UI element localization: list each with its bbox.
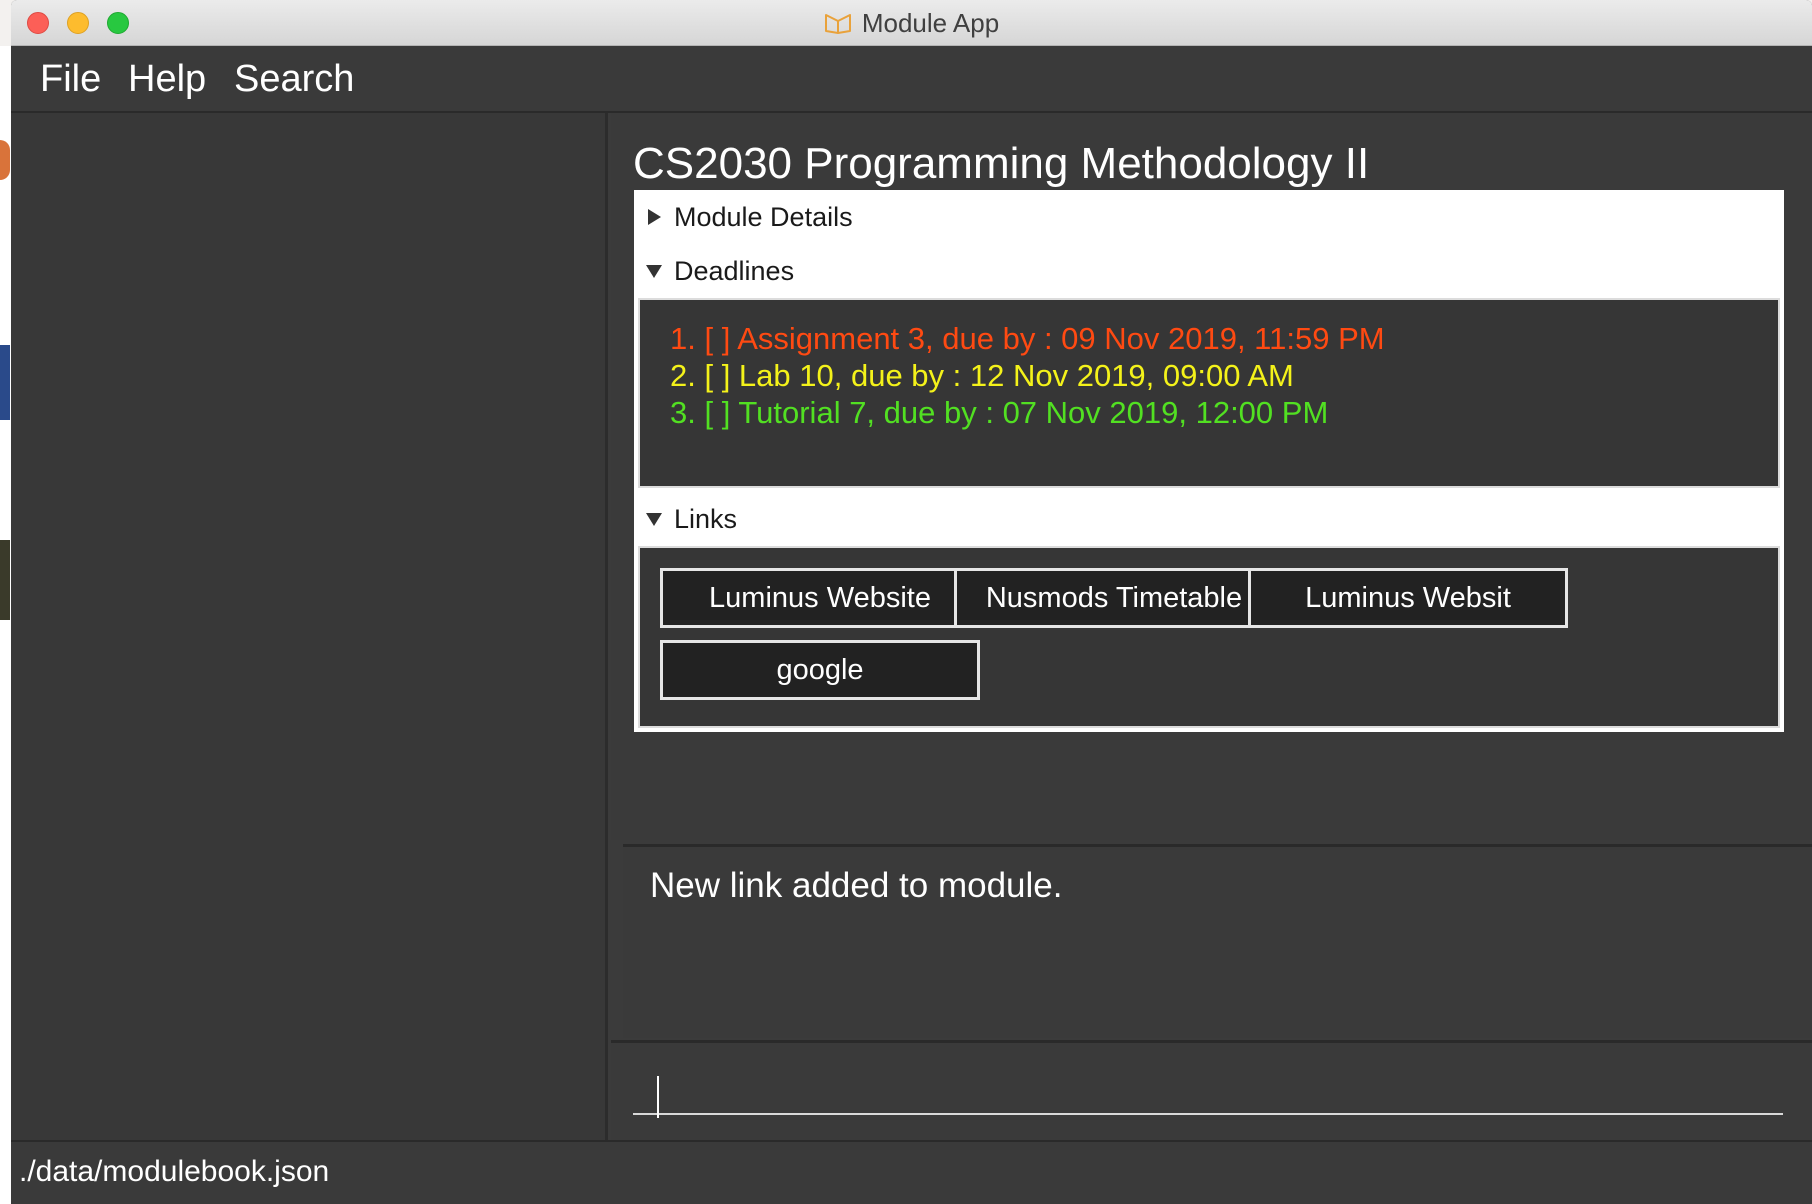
deadline-item: 1. [ ] Assignment 3, due by : 09 Nov 201… bbox=[670, 321, 1385, 356]
menu-search[interactable]: Search bbox=[234, 56, 354, 102]
module-detail-panel: CS2030 Programming Methodology II Module… bbox=[611, 113, 1812, 840]
expand-arrow-icon bbox=[634, 209, 674, 225]
links-label: Links bbox=[674, 503, 738, 534]
command-input[interactable] bbox=[633, 1065, 1783, 1115]
background-artifact bbox=[0, 540, 10, 620]
link-button-luminus-websit[interactable]: Luminus Websit bbox=[1248, 568, 1568, 628]
module-details-label: Module Details bbox=[674, 201, 853, 232]
collapse-arrow-icon bbox=[634, 512, 674, 526]
background-artifact bbox=[0, 345, 10, 420]
save-location-path: ./data/modulebook.json bbox=[19, 1155, 330, 1188]
deadlines-header[interactable]: Deadlines bbox=[634, 244, 1784, 298]
module-list-panel[interactable] bbox=[11, 113, 608, 1140]
deadline-item: 2. [ ] Lab 10, due by : 12 Nov 2019, 09:… bbox=[670, 358, 1294, 393]
link-button-nusmods-timetable[interactable]: Nusmods Timetable bbox=[954, 568, 1274, 628]
app-book-icon bbox=[824, 14, 851, 34]
window-title-group: Module App bbox=[11, 0, 1812, 46]
module-details-header[interactable]: Module Details bbox=[634, 190, 1784, 244]
deadline-item: 3. [ ] Tutorial 7, due by : 07 Nov 2019,… bbox=[670, 395, 1329, 430]
menu-help[interactable]: Help bbox=[128, 56, 206, 102]
result-message: New link added to module. bbox=[650, 866, 1063, 905]
title-bar: Module App bbox=[11, 0, 1812, 46]
collapse-arrow-icon bbox=[634, 264, 674, 278]
background-artifact bbox=[0, 140, 10, 180]
links-header[interactable]: Links bbox=[634, 492, 1784, 546]
app-window: Module App File Help Search CS2030 Progr… bbox=[11, 0, 1812, 1204]
screen: Module App File Help Search CS2030 Progr… bbox=[0, 0, 1812, 1204]
status-bar: ./data/modulebook.json bbox=[11, 1140, 1812, 1204]
module-accordion: Module Details Deadlines 1. [ ] Assignme… bbox=[634, 190, 1784, 732]
window-title: Module App bbox=[861, 7, 1000, 38]
menu-file[interactable]: File bbox=[40, 56, 101, 102]
deadlines-label: Deadlines bbox=[674, 255, 795, 286]
links-panel: Luminus Website Nusmods Timetable Luminu… bbox=[638, 546, 1780, 728]
text-cursor bbox=[657, 1076, 659, 1118]
menu-bar: File Help Search bbox=[11, 46, 1812, 113]
command-box bbox=[611, 1040, 1812, 1140]
link-button-google[interactable]: google bbox=[660, 640, 980, 700]
deadlines-list: 1. [ ] Assignment 3, due by : 09 Nov 201… bbox=[638, 298, 1780, 488]
result-display: New link added to module. bbox=[623, 844, 1812, 1038]
module-title: CS2030 Programming Methodology II bbox=[633, 139, 1370, 188]
link-button-luminus-website[interactable]: Luminus Website bbox=[660, 568, 980, 628]
